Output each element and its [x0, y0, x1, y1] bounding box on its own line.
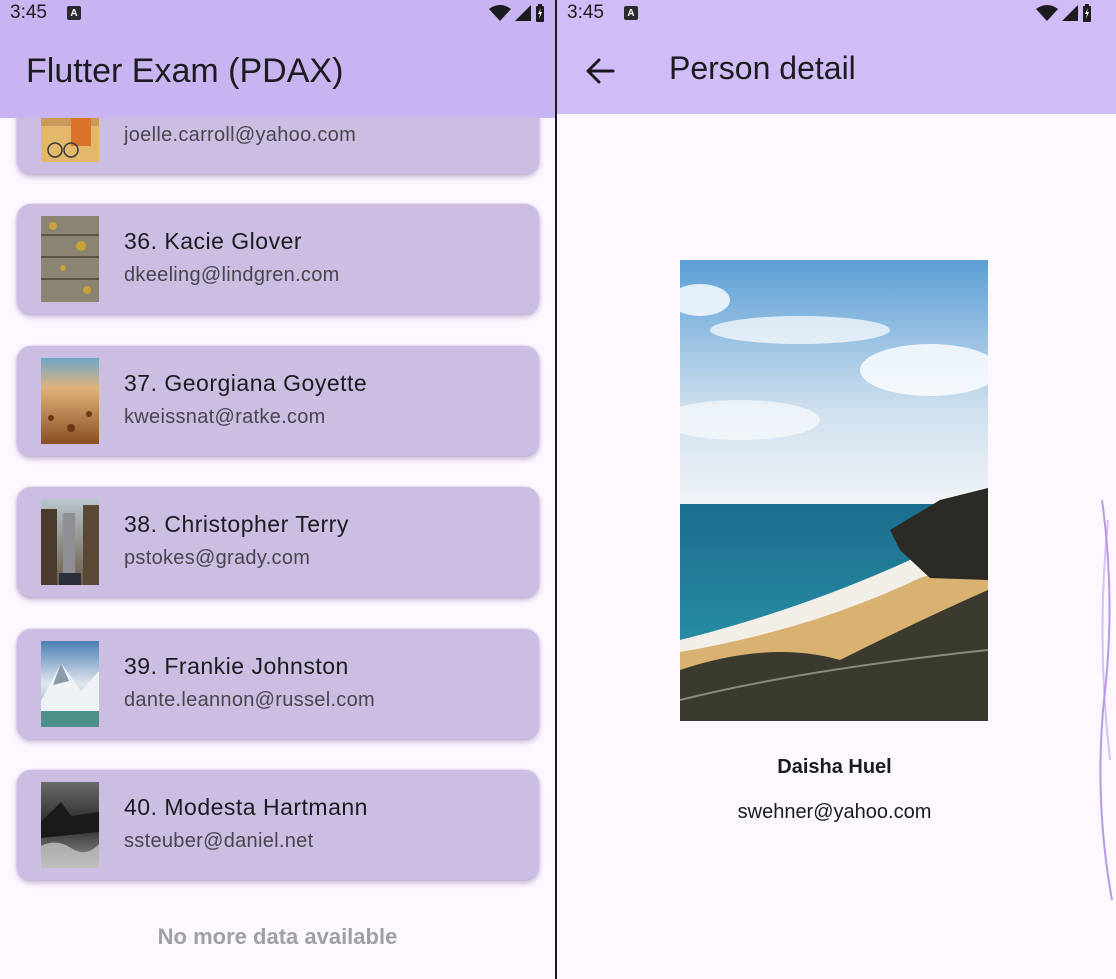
bicycle-street-photo [41, 118, 99, 162]
list-screen: joelle.carroll@yahoo.com 36. Kacie Glove… [0, 0, 555, 979]
status-time: 3:45 [567, 2, 604, 23]
stormy-sea-photo [41, 782, 99, 868]
list-item-email: dante.leannon@russel.com [124, 689, 375, 711]
wood-texture-photo [41, 216, 99, 302]
person-email: swehner@yahoo.com [737, 801, 932, 823]
status-bar: 3:45 A [557, 0, 1116, 26]
battery-charging-icon [536, 4, 544, 22]
list-item-name: 36. Kacie Glover [124, 228, 303, 254]
list-item[interactable]: 38. Christopher Terry pstokes@grady.com [17, 487, 539, 597]
wifi-icon [1036, 5, 1058, 21]
app-title: Flutter Exam (PDAX) [26, 52, 344, 90]
list-item-name: 38. Christopher Terry [124, 511, 349, 537]
end-of-list-text: No more data available [157, 924, 398, 949]
list-item-email: kweissnat@ratke.com [124, 406, 326, 428]
person-name: Daisha Huel [777, 756, 892, 778]
list-item-name: 39. Frankie Johnston [124, 653, 349, 679]
list-item-email: pstokes@grady.com [124, 547, 311, 569]
list-item-email: joelle.carroll@yahoo.com [124, 124, 357, 146]
cellular-signal-icon [1062, 5, 1078, 21]
app-notification-icon: A [623, 6, 638, 20]
list-item-email: dkeeling@lindgren.com [124, 264, 340, 286]
status-bar: 3:45 A [0, 0, 555, 26]
battery-charging-icon [1083, 4, 1091, 22]
list-item[interactable]: joelle.carroll@yahoo.com [17, 118, 539, 174]
cellular-signal-icon [515, 5, 531, 21]
list-item[interactable]: 36. Kacie Glover dkeeling@lindgren.com [17, 204, 539, 314]
beach-sand-photo [41, 358, 99, 444]
app-bar: 3:45 A Person detail [557, 0, 1116, 114]
background-edge-decoration [1099, 499, 1113, 901]
list-item[interactable]: 40. Modesta Hartmann ssteuber@daniel.net [17, 770, 539, 880]
person-list[interactable]: joelle.carroll@yahoo.com 36. Kacie Glove… [0, 118, 555, 979]
person-detail-screen: 3:45 A Person detail Daisha Huel swehner… [557, 0, 1116, 979]
wifi-icon [489, 5, 511, 21]
app-notification-icon: A [66, 6, 81, 20]
city-buildings-photo [41, 499, 99, 585]
snowy-mountain-photo [41, 641, 99, 727]
list-item-email: ssteuber@daniel.net [124, 830, 314, 852]
page-title: Person detail [669, 50, 856, 86]
app-bar: 3:45 A Flutter Exam (PDAX) [0, 0, 555, 118]
list-item[interactable]: 37. Georgiana Goyette kweissnat@ratke.co… [17, 346, 539, 456]
status-time: 3:45 [10, 2, 47, 23]
list-item-name: 40. Modesta Hartmann [124, 794, 368, 820]
list-item[interactable]: 39. Frankie Johnston dante.leannon@russe… [17, 629, 539, 739]
coastline-beach-photo [680, 260, 988, 721]
list-item-name: 37. Georgiana Goyette [124, 370, 368, 396]
arrow-left-icon[interactable] [583, 54, 617, 88]
